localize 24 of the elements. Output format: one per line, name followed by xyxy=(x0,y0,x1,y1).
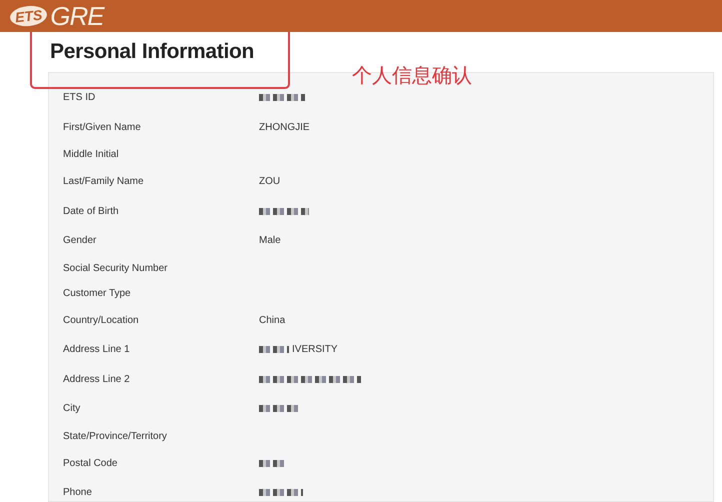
field-value: ZHONGJIE xyxy=(259,122,310,133)
ets-logo-badge: ETS xyxy=(9,4,48,28)
field-value: Male xyxy=(259,235,281,246)
field-label: Date of Birth xyxy=(62,206,120,217)
field-value: IVERSITY xyxy=(292,344,338,356)
field-label: Customer Type xyxy=(62,288,132,298)
field-label: Country/Location xyxy=(62,314,140,326)
field-label: Address Line 1 xyxy=(62,344,131,356)
field-label: State/Province/Territory xyxy=(62,430,168,442)
page-title: Personal Information xyxy=(50,39,254,64)
field-value: ZOU xyxy=(259,176,280,188)
field-label: City xyxy=(62,403,82,414)
field-label: Middle Initial xyxy=(62,149,120,160)
field-label: Phone xyxy=(62,487,93,498)
annotation-text: 个人信息确认 xyxy=(352,62,472,89)
field-label: Last/Family Name xyxy=(62,176,145,188)
field-label: Social Security Number xyxy=(62,262,168,274)
field-label: Postal Code xyxy=(62,458,118,469)
field-value: China xyxy=(259,314,286,326)
gre-logo-text: GRE xyxy=(50,0,104,32)
field-label: First/Given Name xyxy=(62,122,142,133)
field-label: ETS ID xyxy=(62,92,96,104)
field-label: Gender xyxy=(62,235,98,246)
field-label: Address Line 2 xyxy=(62,374,131,385)
